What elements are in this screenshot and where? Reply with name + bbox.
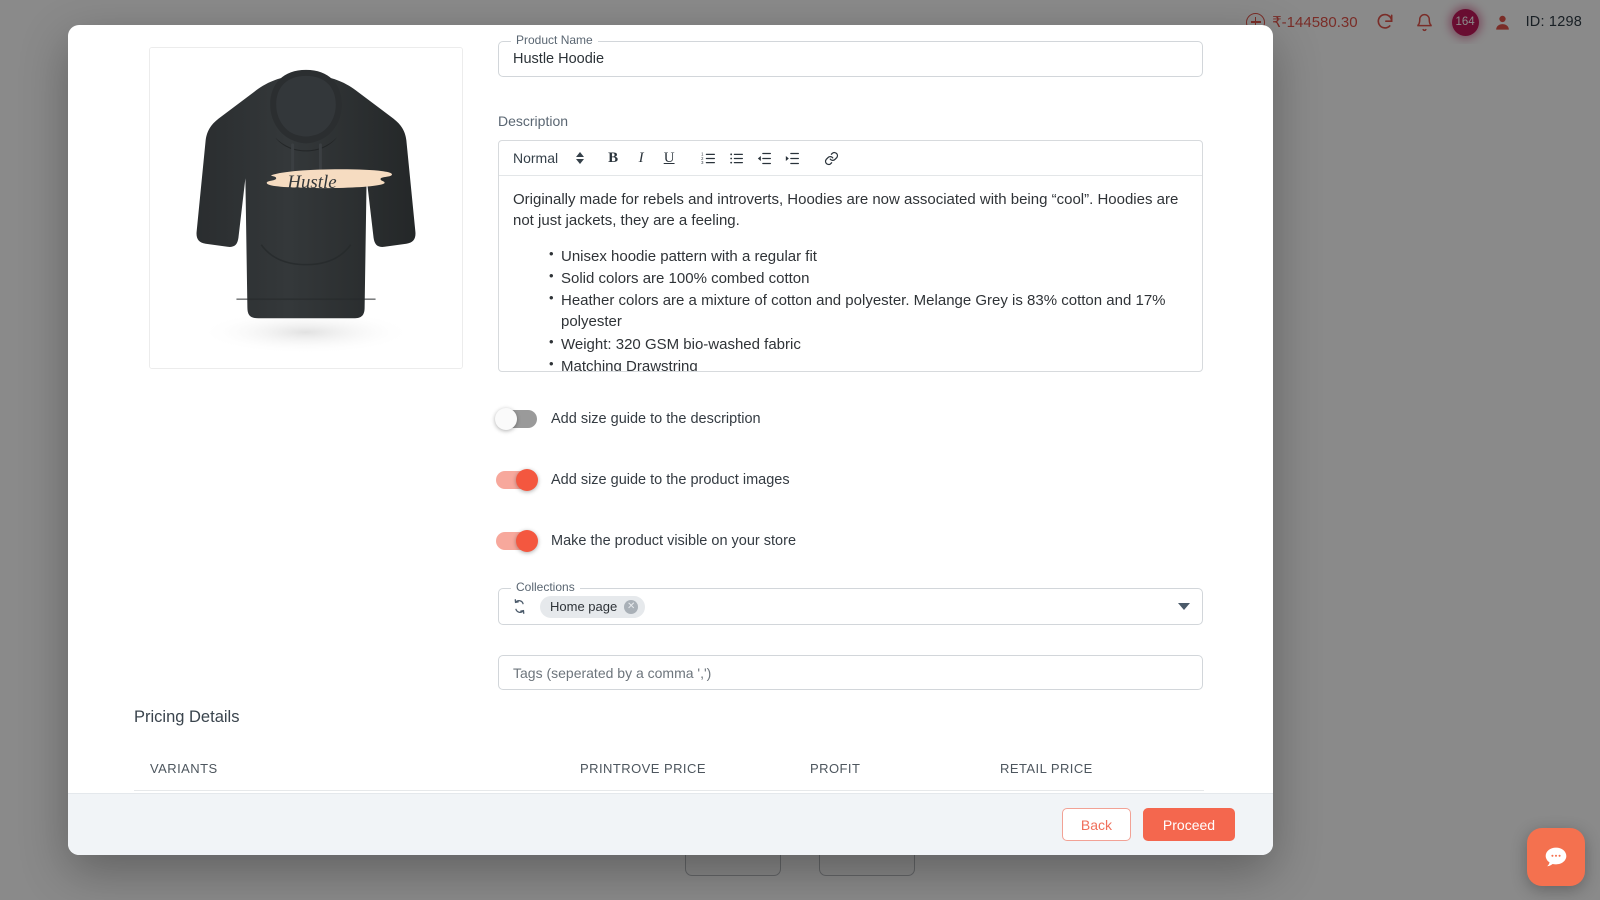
column-header-variants: VARIANTS [150, 761, 218, 776]
product-form-fields: Product Name Hustle Hoodie Description N… [495, 34, 1203, 690]
column-header-printrove-price: PRINTROVE PRICE [580, 761, 706, 776]
pricing-table-header: VARIANTS PRINTROVE PRICE PROFIT RETAIL P… [134, 749, 1204, 790]
chevron-down-icon[interactable] [1178, 603, 1190, 610]
underline-button[interactable]: U [656, 145, 682, 171]
svg-text:3: 3 [701, 160, 704, 165]
toggle-knob [516, 530, 538, 552]
chat-launcher-button[interactable] [1527, 828, 1585, 886]
description-paragraph: Originally made for rebels and introvert… [513, 191, 1179, 230]
tags-field[interactable]: Tags (seperated by a comma ',') [498, 655, 1203, 690]
product-name-field[interactable]: Product Name Hustle Hoodie [498, 34, 1203, 77]
outdent-icon[interactable] [751, 145, 777, 171]
close-icon[interactable]: ✕ [624, 599, 639, 614]
toggle-label: Make the product visible on your store [551, 533, 797, 549]
description-content[interactable]: Originally made for rebels and introvert… [499, 176, 1202, 371]
pricing-table: VARIANTS PRINTROVE PRICE PROFIT RETAIL P… [134, 749, 1204, 791]
chat-bubble-icon [1545, 847, 1567, 867]
modal-body: Hustle Product Name Hustle Hoodie Descri… [68, 25, 1273, 793]
tags-placeholder: Tags (seperated by a comma ',') [513, 664, 712, 681]
product-name-legend: Product Name [511, 34, 598, 46]
description-label: Description [498, 113, 569, 129]
list-item: Weight: 320 GSM bio-washed fabric [549, 333, 1188, 355]
description-editor[interactable]: Normal B I U 1 2 3 Originally made for r… [498, 140, 1203, 372]
product-edit-modal: Hustle Product Name Hustle Hoodie Descri… [68, 25, 1273, 855]
toggle-size-guide-description[interactable]: Add size guide to the description [495, 408, 1203, 430]
link-icon[interactable] [818, 145, 844, 171]
ordered-list-icon[interactable]: 1 2 3 [695, 145, 721, 171]
chevron-updown-icon [576, 152, 585, 164]
list-item: Unisex hoodie pattern with a regular fit [549, 245, 1188, 267]
pricing-section: Pricing Details VARIANTS PRINTROVE PRICE… [134, 708, 1204, 791]
list-item: Matching Drawstring [549, 355, 1188, 371]
editor-toolbar: Normal B I U 1 2 3 [499, 141, 1202, 176]
collections-legend: Collections [511, 581, 580, 593]
modal-footer: Back Proceed [68, 793, 1273, 855]
list-item: Solid colors are 100% combed cotton [549, 267, 1188, 289]
svg-text:Hustle: Hustle [286, 172, 336, 193]
toggle-switch[interactable] [495, 408, 537, 430]
collection-chip-label: Home page [550, 599, 618, 614]
toggle-switch[interactable] [496, 469, 538, 491]
product-name-value: Hustle Hoodie [513, 51, 605, 67]
column-header-retail-price: RETAIL PRICE [1000, 761, 1093, 776]
italic-button[interactable]: I [628, 145, 654, 171]
list-item: Heather colors are a mixture of cotton a… [549, 289, 1188, 333]
collections-field[interactable]: Collections Home page ✕ [498, 581, 1203, 625]
description-bullet-list: Unisex hoodie pattern with a regular fit… [549, 245, 1188, 371]
column-header-profit: PROFIT [810, 761, 861, 776]
proceed-button[interactable]: Proceed [1143, 808, 1235, 841]
toggle-label: Add size guide to the description [551, 411, 761, 427]
toggle-product-visible[interactable]: Make the product visible on your store [496, 530, 1203, 552]
toggle-knob [516, 469, 538, 491]
editor-style-value: Normal [513, 150, 559, 166]
editor-style-select[interactable]: Normal [513, 150, 598, 166]
back-button[interactable]: Back [1061, 808, 1131, 841]
refresh-icon[interactable] [511, 598, 528, 615]
pricing-title: Pricing Details [134, 708, 240, 726]
collection-chip[interactable]: Home page ✕ [540, 595, 646, 618]
toggle-knob [495, 408, 517, 430]
bullet-list-icon[interactable] [723, 145, 749, 171]
toggle-switch[interactable] [496, 530, 538, 552]
bold-button[interactable]: B [600, 145, 626, 171]
toggle-label: Add size guide to the product images [551, 472, 790, 488]
toggle-size-guide-images[interactable]: Add size guide to the product images [496, 469, 1203, 491]
indent-icon[interactable] [779, 145, 805, 171]
product-image[interactable]: Hustle [149, 47, 463, 369]
modal-scroll-area[interactable]: Hustle Product Name Hustle Hoodie Descri… [68, 25, 1273, 793]
